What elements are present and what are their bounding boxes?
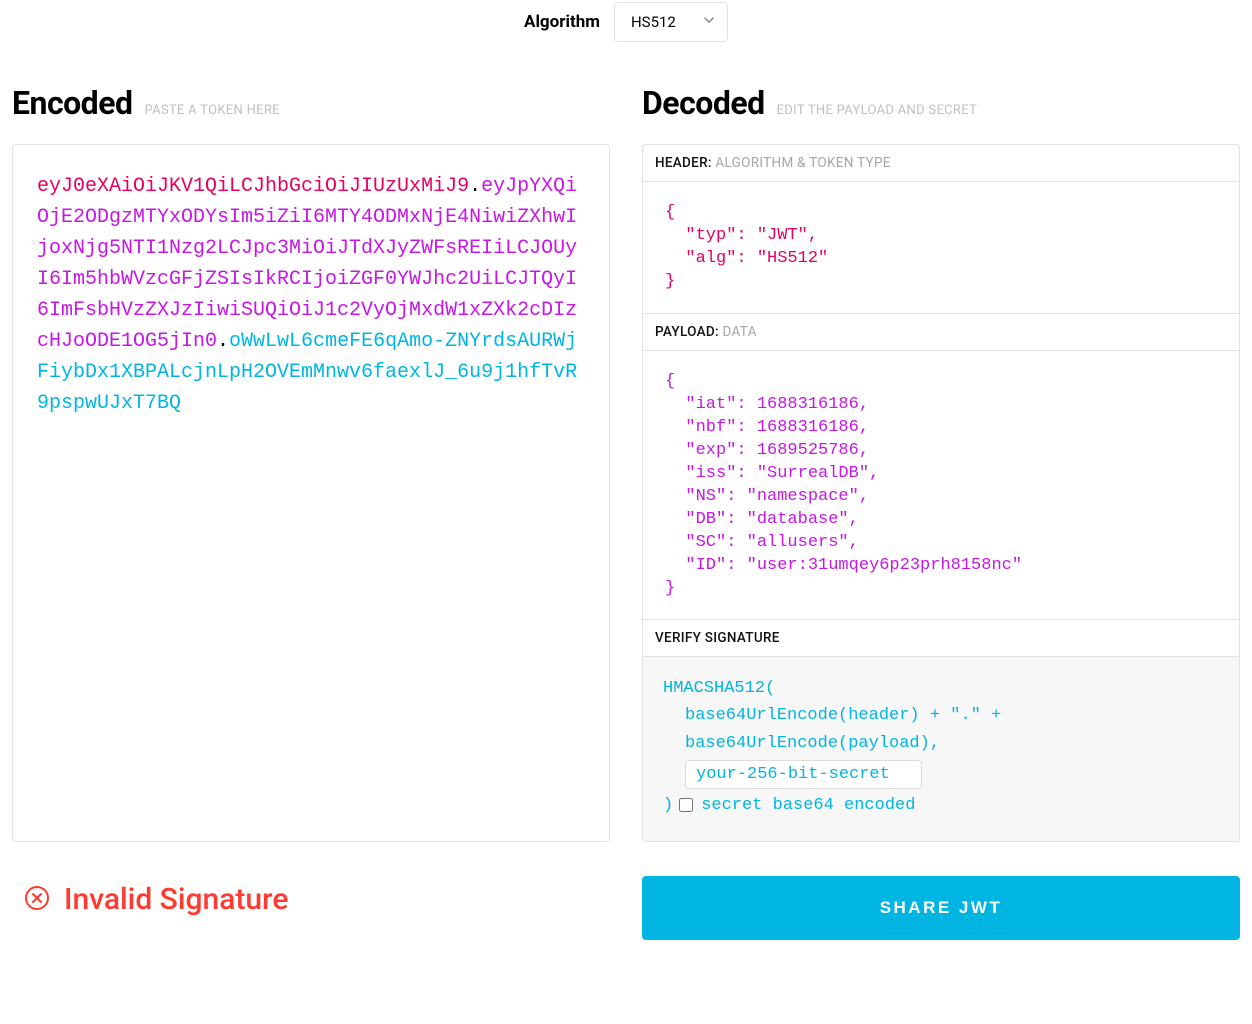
verify-signature-body: HMACSHA512( base64UrlEncode(header) + ".… [643, 657, 1239, 841]
decoded-header-json[interactable]: { "typ": "JWT", "alg": "HS512" } [643, 182, 1239, 313]
header-section-label: HEADER: ALGORITHM & TOKEN TYPE [643, 145, 1239, 182]
status-message: Invalid Signature [64, 882, 288, 917]
verify-section-label: VERIFY SIGNATURE [643, 619, 1239, 657]
encoded-title: Encoded PASTE A TOKEN HERE [12, 84, 610, 122]
encoded-token-input[interactable]: eyJ0eXAiOiJKV1QiLCJhbGciOiJIUzUxMiJ9.eyJ… [12, 144, 610, 842]
secret-input[interactable] [685, 760, 922, 789]
algorithm-label: Algorithm [524, 12, 600, 32]
chevron-down-icon [703, 12, 715, 30]
secret-base64-checkbox[interactable] [679, 798, 693, 812]
share-jwt-button[interactable]: SHARE JWT [642, 876, 1240, 940]
algorithm-selected: HS512 [631, 13, 676, 31]
invalid-icon [24, 885, 50, 915]
token-payload: eyJpYXQiOjE2ODgzMTYxODYsIm5iZiI6MTY4ODMx… [37, 175, 577, 353]
algorithm-select[interactable]: HS512 [614, 2, 728, 42]
secret-base64-label: secret base64 encoded [701, 792, 915, 819]
decoded-payload-json[interactable]: { "iat": 1688316186, "nbf": 1688316186, … [643, 351, 1239, 619]
token-header: eyJ0eXAiOiJKV1QiLCJhbGciOiJIUzUxMiJ9 [37, 175, 469, 198]
payload-section-label: PAYLOAD: DATA [643, 313, 1239, 351]
decoded-title: Decoded EDIT THE PAYLOAD AND SECRET [642, 84, 1240, 122]
